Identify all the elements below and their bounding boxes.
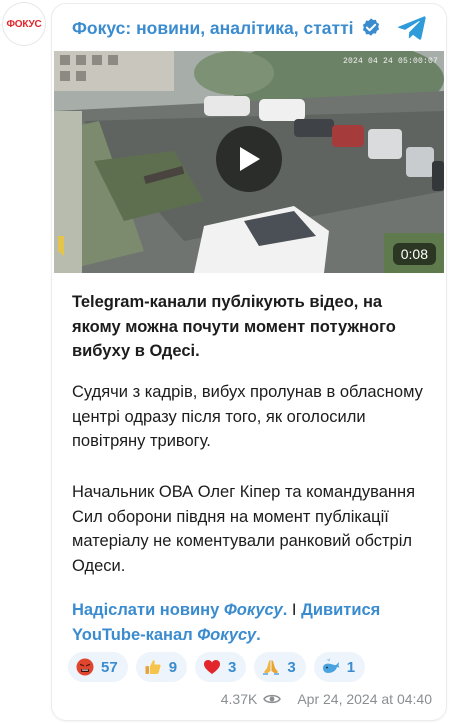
angry-face-icon [76,658,94,676]
reaction-count: 3 [228,658,237,676]
post-paragraph: Судячи з кадрів, вибух пролунав в обласн… [72,383,423,450]
reaction-count: 9 [168,658,178,676]
reaction-angry[interactable]: 57 [68,652,128,682]
whale-icon [322,658,340,676]
link-separator: I [287,601,302,619]
verified-badge-icon [362,18,380,36]
camera-timestamp: 2024 04 24 05:00:07 [342,57,438,66]
thumbs-up-icon [144,658,162,676]
post-footer: 4.37K Apr 24, 2024 at 04:40 [221,691,432,707]
reaction-count: 3 [287,658,296,676]
play-icon [240,147,260,171]
play-button[interactable] [216,126,282,192]
reaction-count: 1 [346,658,356,676]
post-header: Фокус: новини, аналітика, статті [52,4,446,50]
red-heart-icon [203,658,221,676]
channel-title[interactable]: Фокус: новини, аналітика, статті [72,18,354,39]
view-count: 4.37K [220,691,258,707]
video-preview[interactable]: 2024 04 24 05:00:07 0:08 [54,51,444,273]
post-date[interactable]: Apr 24, 2024 at 04:40 [297,691,432,707]
telegram-icon[interactable] [397,14,427,42]
reaction-thumbs-up[interactable]: 9 [135,652,188,682]
avatar-logo-text: ФОКУС [6,18,42,30]
eye-icon [263,694,282,704]
channel-avatar[interactable]: ФОКУС [2,2,46,46]
reaction-pray[interactable]: 3 [254,652,306,682]
folded-hands-icon [262,658,280,676]
post-links: Надіслати новину Фокусу. I Дивитися YouT… [72,598,432,647]
reactions-bar: 57 9 3 3 1 [68,652,366,682]
post-card: Фокус: новини, аналітика, статті 2024 04… [52,4,446,720]
send-news-link[interactable]: Надіслати новину Фокусу. [72,601,287,619]
reaction-count: 57 [101,658,118,676]
reaction-whale[interactable]: 1 [313,652,366,682]
post-paragraph-lead: Telegram-канали публікують відео, на яко… [72,293,396,360]
reaction-heart[interactable]: 3 [195,652,247,682]
video-duration: 0:08 [392,243,436,265]
post-paragraph: Начальник ОВА Олег Кіпер та командування… [72,483,416,575]
